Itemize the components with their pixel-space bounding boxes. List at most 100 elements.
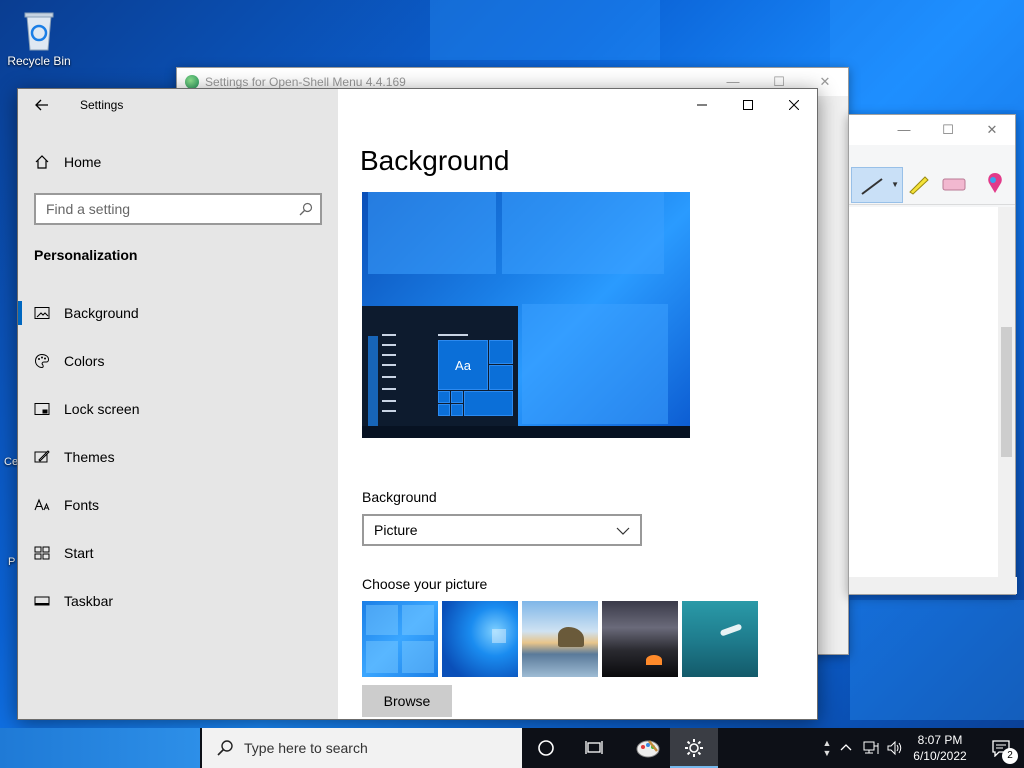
task-view-icon	[585, 741, 603, 754]
preview-wallpaper-pane	[502, 192, 664, 274]
settings-app-title: Settings	[80, 98, 124, 112]
paint-close-button[interactable]: ✕	[969, 115, 1015, 145]
thumbnail-logo	[492, 629, 506, 643]
taskbar-settings-app[interactable]	[670, 728, 718, 768]
taskbar-search-box[interactable]: Type here to search	[202, 728, 522, 768]
close-icon	[789, 100, 799, 110]
maximize-icon	[743, 100, 753, 110]
picture-thumbnail-windows-light[interactable]	[362, 601, 438, 677]
paint-titlebar[interactable]: — ☐ ✕	[849, 115, 1015, 145]
network-icon[interactable]	[862, 740, 880, 756]
picture-thumbnail-beach-rocks[interactable]	[522, 601, 598, 677]
taskbar-search-placeholder: Type here to search	[244, 740, 368, 756]
back-button[interactable]	[18, 89, 66, 121]
preview-tile-text: Aa	[455, 357, 471, 373]
picture-icon	[34, 307, 50, 319]
find-setting-input[interactable]	[46, 201, 292, 217]
search-icon	[292, 202, 320, 216]
nav-item-lock-screen[interactable]: Lock screen	[18, 385, 338, 433]
choose-picture-label: Choose your picture	[362, 576, 488, 592]
desktop-wallpaper-pane	[830, 0, 1024, 110]
browse-button[interactable]: Browse	[362, 685, 452, 717]
paint-window[interactable]: — ☐ ✕ ▼	[848, 114, 1017, 595]
search-icon	[217, 740, 233, 756]
back-arrow-icon	[35, 99, 48, 111]
nav-item-start[interactable]: Start	[18, 529, 338, 577]
picture-thumbnail-underwater[interactable]	[682, 601, 758, 677]
color-picker-icon[interactable]	[985, 171, 1005, 195]
cortana-button[interactable]	[522, 728, 570, 768]
nav-item-label: Taskbar	[64, 593, 114, 609]
start-icon	[34, 546, 50, 560]
settings-window[interactable]: Settings Home Personalization Background…	[17, 88, 818, 720]
nav-home[interactable]: Home	[18, 145, 338, 179]
volume-icon[interactable]	[886, 740, 904, 756]
desktop-icon-label-fragment: Ce	[4, 456, 19, 468]
background-type-value: Picture	[374, 522, 418, 538]
close-button[interactable]	[771, 89, 817, 121]
nav-item-fonts[interactable]: Fonts	[18, 481, 338, 529]
minimize-icon	[697, 104, 707, 106]
themes-icon	[34, 450, 50, 463]
paint-horizontal-scrollbar[interactable]	[849, 577, 1017, 594]
taskbar-scroll-buttons[interactable]: ▲ ▼	[818, 728, 836, 768]
task-view-button[interactable]	[570, 728, 618, 768]
preview-start-menu: Aa	[362, 306, 518, 426]
maximize-button[interactable]	[725, 89, 771, 121]
background-type-dropdown[interactable]: Picture	[362, 514, 642, 546]
preview-tile	[451, 391, 463, 403]
clock-date: 6/10/2022	[913, 749, 967, 763]
nav-item-label: Background	[64, 305, 139, 321]
settings-navigation-pane: Settings Home Personalization Background…	[18, 89, 338, 719]
taskbar-wallpaper-strip	[0, 728, 200, 768]
chevron-down-icon: ▼	[891, 180, 899, 189]
chevron-down-icon[interactable]: ▼	[823, 748, 832, 758]
preview-list-line	[382, 376, 396, 378]
preview-tile	[451, 404, 463, 416]
paint-maximize-button[interactable]: ☐	[925, 115, 971, 145]
paint-ribbon: ▼	[849, 145, 1015, 205]
open-shell-title: Settings for Open-Shell Menu 4.4.169	[205, 75, 406, 89]
preview-list-line	[438, 334, 468, 336]
taskbar-clock[interactable]: 8:07 PM 6/10/2022	[904, 732, 976, 764]
thumbnail-tent	[646, 655, 662, 665]
nav-item-taskbar[interactable]: Taskbar	[18, 577, 338, 625]
picture-thumbnail-night-sky[interactable]	[602, 601, 678, 677]
nav-item-themes[interactable]: Themes	[18, 433, 338, 481]
scrollbar-thumb[interactable]	[1001, 327, 1012, 457]
preview-tile	[464, 391, 513, 416]
preview-list-line	[382, 344, 396, 346]
brush-tool-button[interactable]: ▼	[851, 167, 903, 203]
nav-item-label: Themes	[64, 449, 115, 465]
preview-list-line	[382, 410, 396, 412]
paint-minimize-button[interactable]: —	[881, 115, 927, 145]
background-type-label: Background	[362, 489, 437, 505]
chevron-up-icon[interactable]	[838, 740, 854, 756]
preview-app-list	[368, 336, 378, 426]
nav-item-background[interactable]: Background	[18, 289, 338, 337]
personalization-nav-list: Background Colors Lock screen Themes Fon…	[18, 289, 338, 625]
paint-app-icon	[636, 740, 660, 758]
preview-list-line	[382, 354, 396, 356]
find-setting-box[interactable]	[34, 193, 322, 225]
preview-wallpaper-pane	[522, 304, 668, 424]
nav-item-colors[interactable]: Colors	[18, 337, 338, 385]
chevron-up-icon[interactable]: ▲	[823, 738, 832, 748]
minimize-button[interactable]	[679, 89, 725, 121]
preview-list-line	[382, 388, 396, 390]
recycle-bin-desktop-icon[interactable]: Recycle Bin	[6, 8, 72, 68]
action-center-button[interactable]: 2	[978, 728, 1024, 768]
paint-vertical-scrollbar[interactable]	[998, 207, 1015, 577]
picture-thumbnail-windows-glow[interactable]	[442, 601, 518, 677]
notification-count-badge: 2	[1002, 748, 1018, 764]
home-label: Home	[64, 154, 102, 170]
thumbnail-pane	[402, 641, 434, 673]
recycle-bin-icon	[24, 12, 54, 51]
eraser-icon[interactable]	[941, 175, 967, 193]
taskbar-paint-app[interactable]	[624, 728, 672, 768]
brush-icon	[861, 178, 883, 195]
taskbar-icon	[34, 596, 50, 606]
highlighter-icon[interactable]	[907, 173, 931, 195]
desktop-wallpaper-pane	[430, 0, 660, 60]
paint-canvas[interactable]	[849, 207, 999, 577]
